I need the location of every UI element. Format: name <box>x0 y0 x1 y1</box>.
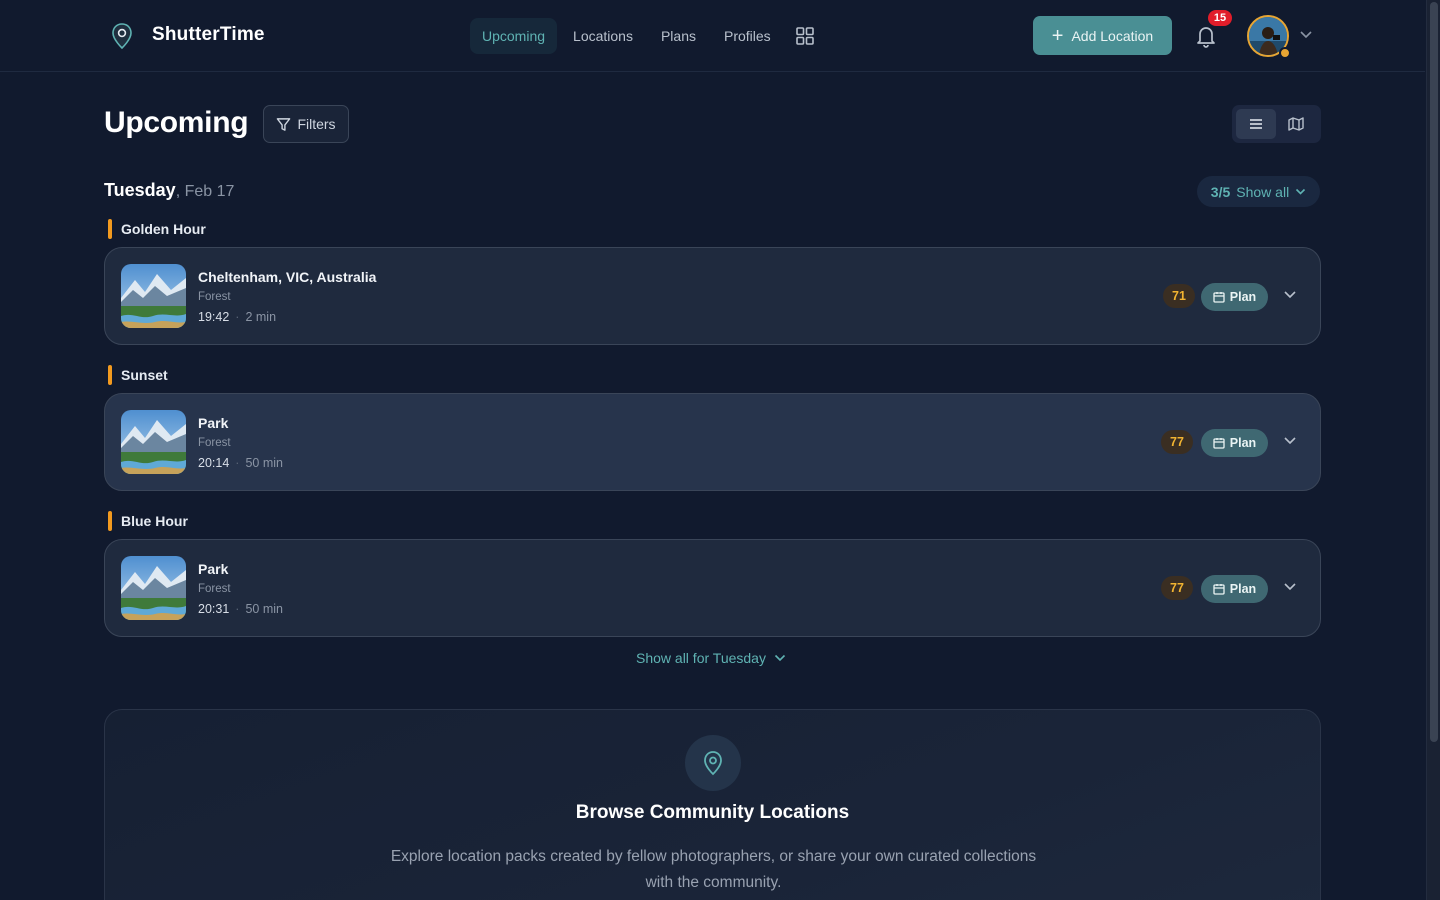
section-sunset: Sunset <box>108 365 168 385</box>
plan-button[interactable]: Plan <box>1201 429 1268 457</box>
event-time: 20:31 <box>198 602 230 616</box>
nav-locations[interactable]: Locations <box>561 18 645 54</box>
map-view-button[interactable] <box>1276 109 1316 139</box>
view-mode-toggle <box>1232 105 1321 143</box>
show-all-count-toggle[interactable]: 3/5 Show all <box>1197 176 1320 207</box>
nav-upcoming[interactable]: Upcoming <box>470 18 558 54</box>
location-time-info: 20:31 · 50 min <box>198 602 283 616</box>
score-badge: 77 <box>1161 576 1193 600</box>
event-duration: 2 min <box>245 310 277 324</box>
filters-label: Filters <box>297 116 336 132</box>
plan-button[interactable]: Plan <box>1201 575 1268 603</box>
map-icon <box>1288 117 1304 131</box>
filters-button[interactable]: Filters <box>263 105 349 143</box>
section-label: Sunset <box>121 367 168 383</box>
page-scrollbar[interactable] <box>1426 0 1440 900</box>
location-type: Forest <box>198 437 231 449</box>
location-title: Park <box>198 561 229 577</box>
apps-grid-icon[interactable] <box>787 18 823 54</box>
calendar-icon <box>1213 438 1225 449</box>
plan-button[interactable]: Plan <box>1201 283 1268 311</box>
location-pin-icon <box>685 735 741 791</box>
list-view-button[interactable] <box>1236 109 1276 139</box>
section-golden-hour: Golden Hour <box>108 219 206 239</box>
plan-label: Plan <box>1229 582 1257 596</box>
calendar-icon <box>1213 292 1225 303</box>
nav-profiles[interactable]: Profiles <box>712 18 783 54</box>
location-time-info: 19:42 · 2 min <box>198 310 277 324</box>
community-locations-panel: Browse Community Locations Explore locat… <box>104 709 1321 900</box>
expand-chevron-icon[interactable] <box>1283 290 1297 300</box>
day-heading: Tuesday, Feb 17 <box>104 180 234 201</box>
brand-name[interactable]: ShutterTime <box>152 24 265 46</box>
filter-icon <box>277 117 291 131</box>
location-title: Park <box>198 415 229 431</box>
section-marker <box>108 511 112 531</box>
day-date: , Feb 17 <box>175 183 235 200</box>
event-time: 19:42 <box>198 310 230 324</box>
plan-label: Plan <box>1229 290 1257 304</box>
community-title: Browse Community Locations <box>575 802 850 823</box>
location-thumbnail <box>121 410 186 474</box>
expand-chevron-icon[interactable] <box>1283 582 1297 592</box>
chevron-down-icon[interactable] <box>1299 30 1313 40</box>
notification-count-badge: 15 <box>1208 10 1232 26</box>
main-nav: Upcoming Locations Plans Profiles <box>470 18 823 54</box>
show-all-label: Show all <box>1236 183 1290 200</box>
section-label: Blue Hour <box>121 513 188 529</box>
location-title: Cheltenham, VIC, Australia <box>198 269 377 285</box>
show-all-for-day-link[interactable]: Show all for Tuesday <box>636 650 786 666</box>
chevron-down-icon <box>774 654 786 662</box>
plan-label: Plan <box>1229 436 1257 450</box>
section-marker <box>108 219 112 239</box>
add-location-button[interactable]: + Add Location <box>1033 16 1172 55</box>
page-title: Upcoming <box>104 106 249 139</box>
section-marker <box>108 365 112 385</box>
item-count: 3/5 <box>1210 183 1231 200</box>
score-badge: 71 <box>1163 284 1195 308</box>
nav-plans[interactable]: Plans <box>649 18 708 54</box>
location-type: Forest <box>198 583 231 595</box>
chevron-down-icon <box>1296 188 1306 195</box>
location-pin-logo-icon[interactable] <box>110 22 134 50</box>
community-description: Explore location packs created by fellow… <box>390 848 1037 891</box>
location-card[interactable]: Park Forest 20:31 · 50 min 77 Plan <box>104 539 1321 637</box>
score-badge: 77 <box>1161 430 1193 454</box>
location-card[interactable]: Park Forest 20:14 · 50 min 77 Plan <box>104 393 1321 491</box>
top-header: ShutterTime Upcoming Locations Plans Pro… <box>0 0 1425 72</box>
notifications-bell-icon[interactable] <box>1195 24 1217 48</box>
show-all-for-day-label: Show all for Tuesday <box>636 650 766 666</box>
section-label: Golden Hour <box>121 221 206 237</box>
event-time: 20:14 <box>198 456 230 470</box>
add-location-label: Add Location <box>1071 27 1154 44</box>
location-time-info: 20:14 · 50 min <box>198 456 283 470</box>
scrollbar-thumb[interactable] <box>1430 2 1438 742</box>
plus-icon: + <box>1051 24 1064 47</box>
location-type: Forest <box>198 291 231 303</box>
event-duration: 50 min <box>245 456 283 470</box>
section-blue-hour: Blue Hour <box>108 511 188 531</box>
avatar-status-dot <box>1279 47 1291 59</box>
expand-chevron-icon[interactable] <box>1283 436 1297 446</box>
location-thumbnail <box>121 264 186 328</box>
calendar-icon <box>1213 584 1225 595</box>
event-duration: 50 min <box>245 602 283 616</box>
location-card[interactable]: Cheltenham, VIC, Australia Forest 19:42 ·… <box>104 247 1321 345</box>
location-thumbnail <box>121 556 186 620</box>
day-weekday: Tuesday <box>104 180 176 200</box>
list-icon <box>1250 119 1262 129</box>
